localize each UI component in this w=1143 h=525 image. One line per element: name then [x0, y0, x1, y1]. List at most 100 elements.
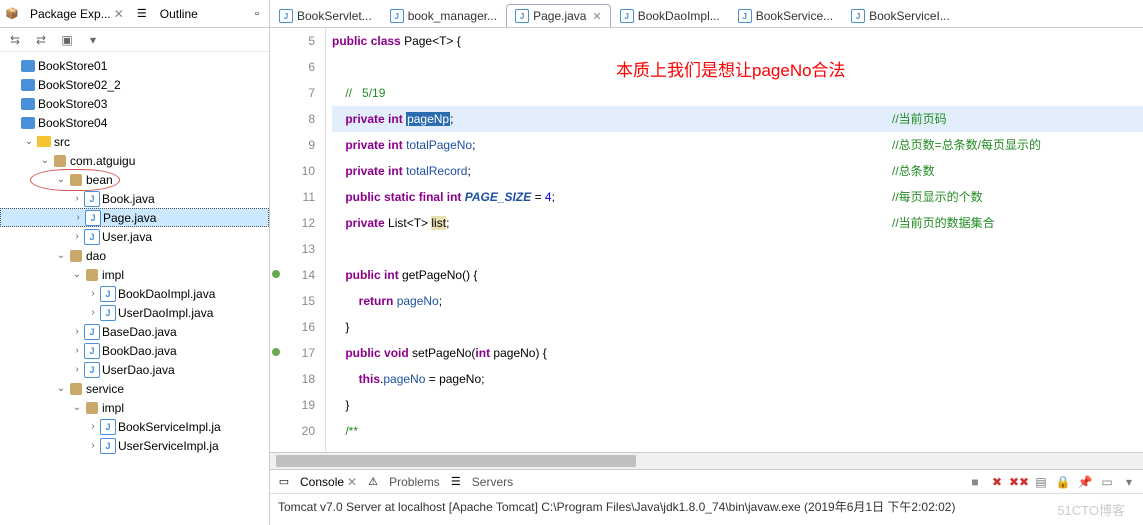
- code-line[interactable]: this.pageNo = pageNo;: [332, 366, 1143, 392]
- code-content[interactable]: 本质上我们是想让pageNo合法 public class Page<T> { …: [326, 28, 1143, 452]
- tree-item[interactable]: ⌄ impl: [0, 265, 269, 284]
- twisty-icon[interactable]: ›: [86, 307, 100, 318]
- code-line[interactable]: public static final int PAGE_SIZE = 4;//…: [332, 184, 1143, 210]
- tree-item[interactable]: BookStore04: [0, 113, 269, 132]
- close-icon[interactable]: ✕: [114, 7, 124, 21]
- twisty-icon[interactable]: ›: [70, 364, 84, 375]
- tree-item[interactable]: ⌄dao: [0, 246, 269, 265]
- twisty-icon[interactable]: ›: [86, 421, 100, 432]
- clear-icon[interactable]: ▤: [1033, 474, 1049, 490]
- line-comment: //当前页的数据集合: [892, 216, 995, 230]
- tree-label: impl: [102, 268, 124, 282]
- line-number: 10: [270, 158, 315, 184]
- line-number: 6: [270, 54, 315, 80]
- tree-item[interactable]: BookStore02_2: [0, 75, 269, 94]
- twisty-icon[interactable]: ⌄: [38, 155, 52, 166]
- tree-item[interactable]: BookStore03: [0, 94, 269, 113]
- code-line[interactable]: }: [332, 314, 1143, 340]
- remove-all-icon[interactable]: ✖✖: [1011, 474, 1027, 490]
- tree-label: BookServiceImpl.ja: [118, 420, 221, 434]
- tree-label: bean: [86, 173, 113, 187]
- tree-item[interactable]: ⌄impl: [0, 398, 269, 417]
- tree-item[interactable]: ›BookDaoImpl.java: [0, 284, 269, 303]
- java-icon: [100, 286, 116, 302]
- editor-tab[interactable]: JBookServlet...: [270, 4, 381, 27]
- twisty-icon[interactable]: ›: [86, 288, 100, 299]
- tree-item[interactable]: › BaseDao.java: [0, 322, 269, 341]
- minimize-icon[interactable]: ▫: [249, 6, 265, 22]
- tree-item[interactable]: › BookServiceImpl.ja: [0, 417, 269, 436]
- tree-item[interactable]: ›Book.java: [0, 189, 269, 208]
- pin-icon[interactable]: 📌: [1077, 474, 1093, 490]
- horizontal-scrollbar[interactable]: [270, 452, 1143, 469]
- editor-tab[interactable]: JBookDaoImpl...: [611, 4, 729, 27]
- line-number: 18: [270, 366, 315, 392]
- twisty-icon[interactable]: ⌄: [54, 383, 68, 394]
- tree-item[interactable]: ›UserDao.java: [0, 360, 269, 379]
- link-editor-icon[interactable]: ⇄: [32, 31, 50, 49]
- editor-tab[interactable]: Jbook_manager...: [381, 4, 506, 27]
- tree-item[interactable]: ›UserDaoImpl.java: [0, 303, 269, 322]
- twisty-icon[interactable]: ⌄: [70, 269, 84, 280]
- tree-label: BaseDao.java: [102, 325, 177, 339]
- tree-label: User.java: [102, 230, 152, 244]
- twisty-icon[interactable]: ⌄: [54, 250, 68, 261]
- tree-item[interactable]: ›BookDao.java: [0, 341, 269, 360]
- editor-tab[interactable]: JBookServiceI...: [842, 4, 959, 27]
- code-line[interactable]: public void setPageNo(int pageNo) {: [332, 340, 1143, 366]
- menu-icon[interactable]: ▾: [84, 31, 102, 49]
- open-console-icon[interactable]: ▾: [1121, 474, 1137, 490]
- scrollbar-thumb[interactable]: [276, 455, 636, 467]
- tree-item[interactable]: BookStore01: [0, 56, 269, 75]
- package-explorer-panel: 📦 Package Exp... ✕ ☰ Outline ▫ ⇆ ⇄ ▣ ▾ B…: [0, 0, 270, 525]
- code-line[interactable]: }: [332, 392, 1143, 418]
- tree-item[interactable]: ›Page.java: [0, 208, 269, 227]
- code-line[interactable]: private List<T> list;//当前页的数据集合: [332, 210, 1143, 236]
- project-tree[interactable]: BookStore01BookStore02_2BookStore03BookS…: [0, 52, 269, 525]
- tab-console[interactable]: Console ✕: [300, 475, 357, 489]
- terminate-icon[interactable]: ■: [967, 474, 983, 490]
- twisty-icon[interactable]: ›: [70, 231, 84, 242]
- remove-icon[interactable]: ✖: [989, 474, 1005, 490]
- tree-item[interactable]: ⌄ bean: [0, 170, 269, 189]
- twisty-icon[interactable]: ›: [86, 440, 100, 451]
- java-icon: J: [738, 9, 752, 23]
- twisty-icon[interactable]: ⌄: [22, 136, 36, 147]
- tree-item[interactable]: ⌄src: [0, 132, 269, 151]
- code-line[interactable]: /**: [332, 418, 1143, 444]
- display-icon[interactable]: ▭: [1099, 474, 1115, 490]
- tab-label: BookDaoImpl...: [638, 9, 720, 23]
- scroll-lock-icon[interactable]: 🔒: [1055, 474, 1071, 490]
- tree-item[interactable]: ›UserServiceImpl.ja: [0, 436, 269, 455]
- code-line[interactable]: public int getPageNo() {: [332, 262, 1143, 288]
- twisty-icon[interactable]: ⌄: [70, 402, 84, 413]
- tab-outline[interactable]: Outline: [156, 5, 202, 23]
- twisty-icon[interactable]: ⌄: [54, 174, 68, 185]
- collapse-all-icon[interactable]: ⇆: [6, 31, 24, 49]
- line-number: 9: [270, 132, 315, 158]
- close-icon[interactable]: ✕: [592, 10, 601, 23]
- twisty-icon[interactable]: ›: [71, 212, 85, 223]
- twisty-icon[interactable]: ›: [70, 345, 84, 356]
- console-toolbar: ■ ✖ ✖✖ ▤ 🔒 📌 ▭ ▾: [967, 474, 1137, 490]
- tree-item[interactable]: ⌄com.atguigu: [0, 151, 269, 170]
- twisty-icon[interactable]: ›: [70, 326, 84, 337]
- focus-icon[interactable]: ▣: [58, 31, 76, 49]
- tab-label: BookService...: [756, 9, 833, 23]
- tree-item[interactable]: ⌄service: [0, 379, 269, 398]
- code-line[interactable]: return pageNo;: [332, 288, 1143, 314]
- tree-item[interactable]: › User.java: [0, 227, 269, 246]
- editor-tab[interactable]: JPage.java✕: [506, 4, 611, 27]
- code-line[interactable]: private int totalPageNo;//总页数=总条数/每页显示的: [332, 132, 1143, 158]
- line-comment: //总页数=总条数/每页显示的: [892, 138, 1041, 152]
- tab-package-explorer[interactable]: Package Exp... ✕: [26, 5, 128, 23]
- tab-problems[interactable]: Problems: [389, 475, 440, 489]
- code-editor[interactable]: 567891011121314151617181920 本质上我们是想让page…: [270, 28, 1143, 452]
- tab-servers[interactable]: Servers: [472, 475, 513, 489]
- code-line[interactable]: private int totalRecord;//总条数: [332, 158, 1143, 184]
- code-line[interactable]: [332, 236, 1143, 262]
- editor-tab[interactable]: J BookService...: [729, 4, 842, 27]
- code-line[interactable]: public class Page<T> {: [332, 28, 1143, 54]
- code-line[interactable]: private int pageNp;//当前页码: [332, 106, 1143, 132]
- twisty-icon[interactable]: ›: [70, 193, 84, 204]
